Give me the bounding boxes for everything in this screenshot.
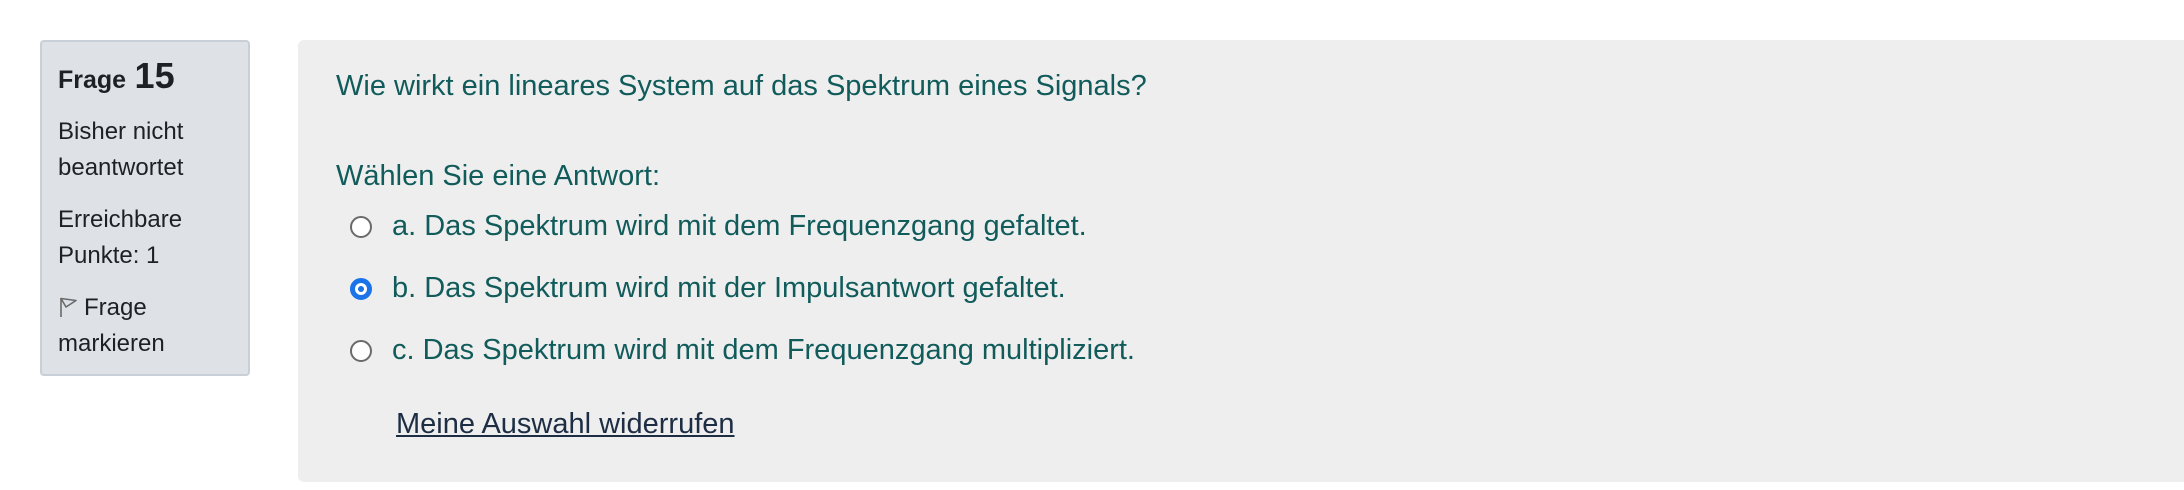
answer-label-a: a. Das Spektrum wird mit dem Frequenzgan…	[392, 210, 1087, 242]
clear-choice-link[interactable]: Meine Auswahl widerrufen	[396, 404, 735, 444]
question-state: Bisher nicht beantwortet	[58, 114, 232, 186]
question-grade-line2: Punkte: 1	[58, 242, 160, 269]
question-number-heading: Frage 15	[58, 56, 232, 104]
answer-option-b[interactable]: b. Das Spektrum wird mit der Impulsantwo…	[350, 268, 1066, 308]
question-word: Frage	[58, 66, 127, 94]
answer-prompt: Wählen Sie eine Antwort:	[336, 160, 661, 192]
answer-label-c: c. Das Spektrum wird mit dem Frequenzgan…	[392, 334, 1135, 366]
question-info-panel: Frage 15 Bisher nicht beantwortet Erreic…	[40, 40, 250, 376]
radio-button-a[interactable]	[350, 216, 372, 238]
question-number: 15	[134, 55, 175, 96]
answer-label-b: b. Das Spektrum wird mit der Impulsantwo…	[392, 272, 1066, 304]
question-state-line2: beantwortet	[58, 154, 184, 181]
radio-button-c[interactable]	[350, 340, 372, 362]
answer-option-c[interactable]: c. Das Spektrum wird mit dem Frequenzgan…	[350, 330, 1135, 370]
question-state-line1: Bisher nicht	[58, 118, 184, 145]
quiz-page: Frage 15 Bisher nicht beantwortet Erreic…	[0, 0, 2184, 490]
question-content: Wie wirkt ein lineares System auf das Sp…	[298, 40, 2184, 482]
flag-label-line2: markieren	[58, 330, 165, 357]
question-text: Wie wirkt ein lineares System auf das Sp…	[336, 70, 1147, 102]
question-grade-line1: Erreichbare	[58, 206, 183, 233]
answer-option-a[interactable]: a. Das Spektrum wird mit dem Frequenzgan…	[350, 206, 1087, 246]
flag-question-toggle[interactable]: Frage markieren	[58, 290, 232, 362]
question-grade: Erreichbare Punkte: 1	[58, 202, 232, 274]
flag-outline-icon	[58, 293, 78, 317]
radio-button-b-selected[interactable]	[350, 278, 372, 300]
flag-label-line1: Frage	[84, 294, 147, 321]
